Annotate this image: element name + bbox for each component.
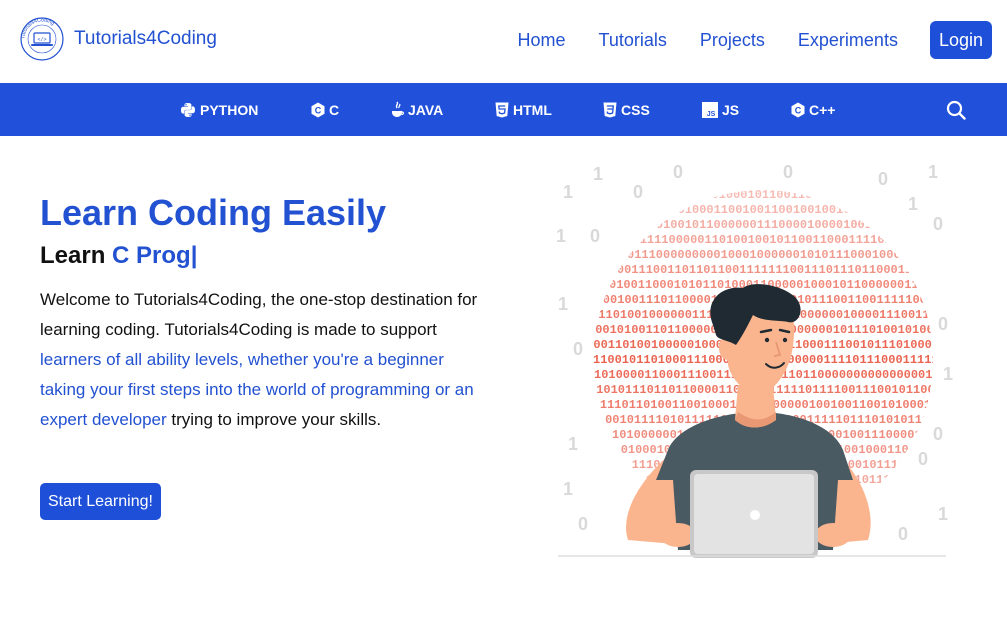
search-icon[interactable] bbox=[946, 100, 966, 120]
binary-digit: 0 bbox=[918, 449, 928, 469]
nav-experiments[interactable]: Experiments bbox=[798, 30, 898, 51]
lang-c[interactable]: C C bbox=[311, 83, 339, 136]
c-icon: C bbox=[311, 102, 325, 117]
lang-java[interactable]: JAVA bbox=[390, 83, 443, 136]
language-bar: PYTHON C C JAVA HTML CSS JS JS C C++ bbox=[0, 83, 1007, 136]
binary-row: 0011100110110110011111110011101110110001… bbox=[617, 263, 934, 277]
binary-digit: 1 bbox=[938, 504, 948, 524]
lang-label: C bbox=[329, 101, 340, 118]
binary-digit: 1 bbox=[558, 294, 568, 314]
login-button[interactable]: Login bbox=[929, 21, 992, 59]
logo: Tutorials4Coding </> bbox=[20, 17, 64, 61]
binary-digit: 1 bbox=[563, 182, 573, 202]
binary-digit: 1 bbox=[908, 194, 918, 214]
lang-css[interactable]: CSS bbox=[603, 83, 650, 136]
binary-row: 1010111011011000011011101111101111001110… bbox=[596, 383, 956, 397]
binary-digit: 0 bbox=[938, 314, 948, 334]
desc-part2: trying to improve your skills. bbox=[166, 410, 382, 429]
lang-label: JAVA bbox=[408, 101, 444, 118]
svg-text:</>: </> bbox=[37, 37, 46, 43]
binary-digit: 1 bbox=[556, 226, 566, 246]
binary-digit: 1 bbox=[568, 434, 578, 454]
nav-home[interactable]: Home bbox=[518, 30, 566, 51]
binary-digit: 0 bbox=[933, 214, 943, 234]
binary-digit: 1 bbox=[593, 164, 603, 184]
binary-digit: 1 bbox=[928, 162, 938, 182]
lang-label: HTML bbox=[513, 101, 552, 118]
lang-js[interactable]: JS JS bbox=[702, 83, 739, 136]
hero-title: Learn Coding Easily bbox=[40, 192, 387, 233]
nav-projects[interactable]: Projects bbox=[700, 30, 765, 51]
start-learning-button[interactable]: Start Learning! bbox=[40, 483, 161, 520]
css3-icon bbox=[603, 102, 617, 117]
binary-digit: 1 bbox=[943, 364, 953, 384]
binary-digit: 0 bbox=[783, 162, 793, 182]
binary-digit: 0 bbox=[878, 169, 888, 189]
main-nav: Home Tutorials Projects Experiments Logi… bbox=[518, 21, 992, 59]
binary-digit: 0 bbox=[590, 226, 600, 246]
lang-label: PYTHON bbox=[200, 101, 259, 118]
binary-row: 01000101100110001 bbox=[712, 188, 834, 202]
subtitle-prefix: Learn bbox=[40, 242, 106, 269]
lang-label: C++ bbox=[809, 101, 836, 118]
lang-python[interactable]: PYTHON bbox=[180, 83, 258, 136]
binary-digit: 0 bbox=[633, 182, 643, 202]
nav-tutorials[interactable]: Tutorials bbox=[599, 30, 667, 51]
lang-label: JS bbox=[722, 101, 740, 118]
lang-label: CSS bbox=[621, 101, 650, 118]
brand-name: Tutorials4Coding bbox=[74, 28, 217, 49]
binary-digit: 1 bbox=[563, 479, 573, 499]
binary-row: 010001100100110010010010001 bbox=[678, 203, 872, 217]
binary-digit: 0 bbox=[578, 514, 588, 534]
hero-illustration: 100 0 0 1101010111 0100 100 01000101100110001… bbox=[556, 162, 956, 558]
desc-part1: Welcome to Tutorials4Coding, the one-sto… bbox=[40, 290, 478, 339]
binary-digit: 0 bbox=[933, 424, 943, 444]
cplusplus-icon: C bbox=[791, 102, 805, 117]
binary-row: 1110110100110010001111000000010010011001… bbox=[600, 398, 953, 412]
js-icon: JS bbox=[702, 101, 718, 118]
binary-digit: 0 bbox=[573, 339, 583, 359]
lang-html[interactable]: HTML bbox=[495, 83, 552, 136]
brand-link[interactable]: Tutorials4Coding </> Tutorials4Coding bbox=[20, 17, 217, 61]
java-icon bbox=[392, 101, 404, 117]
binary-row: 0111000000000100010000001010111000100000… bbox=[627, 248, 922, 262]
svg-text:JS: JS bbox=[707, 111, 716, 118]
svg-text:C: C bbox=[315, 105, 322, 115]
binary-row: 11110000011010010010110011000111101000 bbox=[640, 233, 914, 247]
svg-text:C: C bbox=[795, 105, 802, 115]
typed-text: C Prog| bbox=[112, 242, 198, 269]
binary-digit: 0 bbox=[898, 524, 908, 544]
lang-cpp[interactable]: C C++ bbox=[791, 83, 835, 136]
binary-row: 010010110000001110000100001001111 bbox=[656, 218, 894, 232]
python-icon bbox=[181, 102, 195, 117]
hero-subtitle: Learn C Prog| bbox=[40, 242, 197, 270]
hero-description: Welcome to Tutorials4Coding, the one-sto… bbox=[40, 285, 480, 435]
top-navbar: Tutorials4Coding </> Tutorials4Coding Ho… bbox=[0, 0, 1007, 83]
binary-digit: 0 bbox=[673, 162, 683, 182]
html5-icon bbox=[495, 102, 509, 117]
